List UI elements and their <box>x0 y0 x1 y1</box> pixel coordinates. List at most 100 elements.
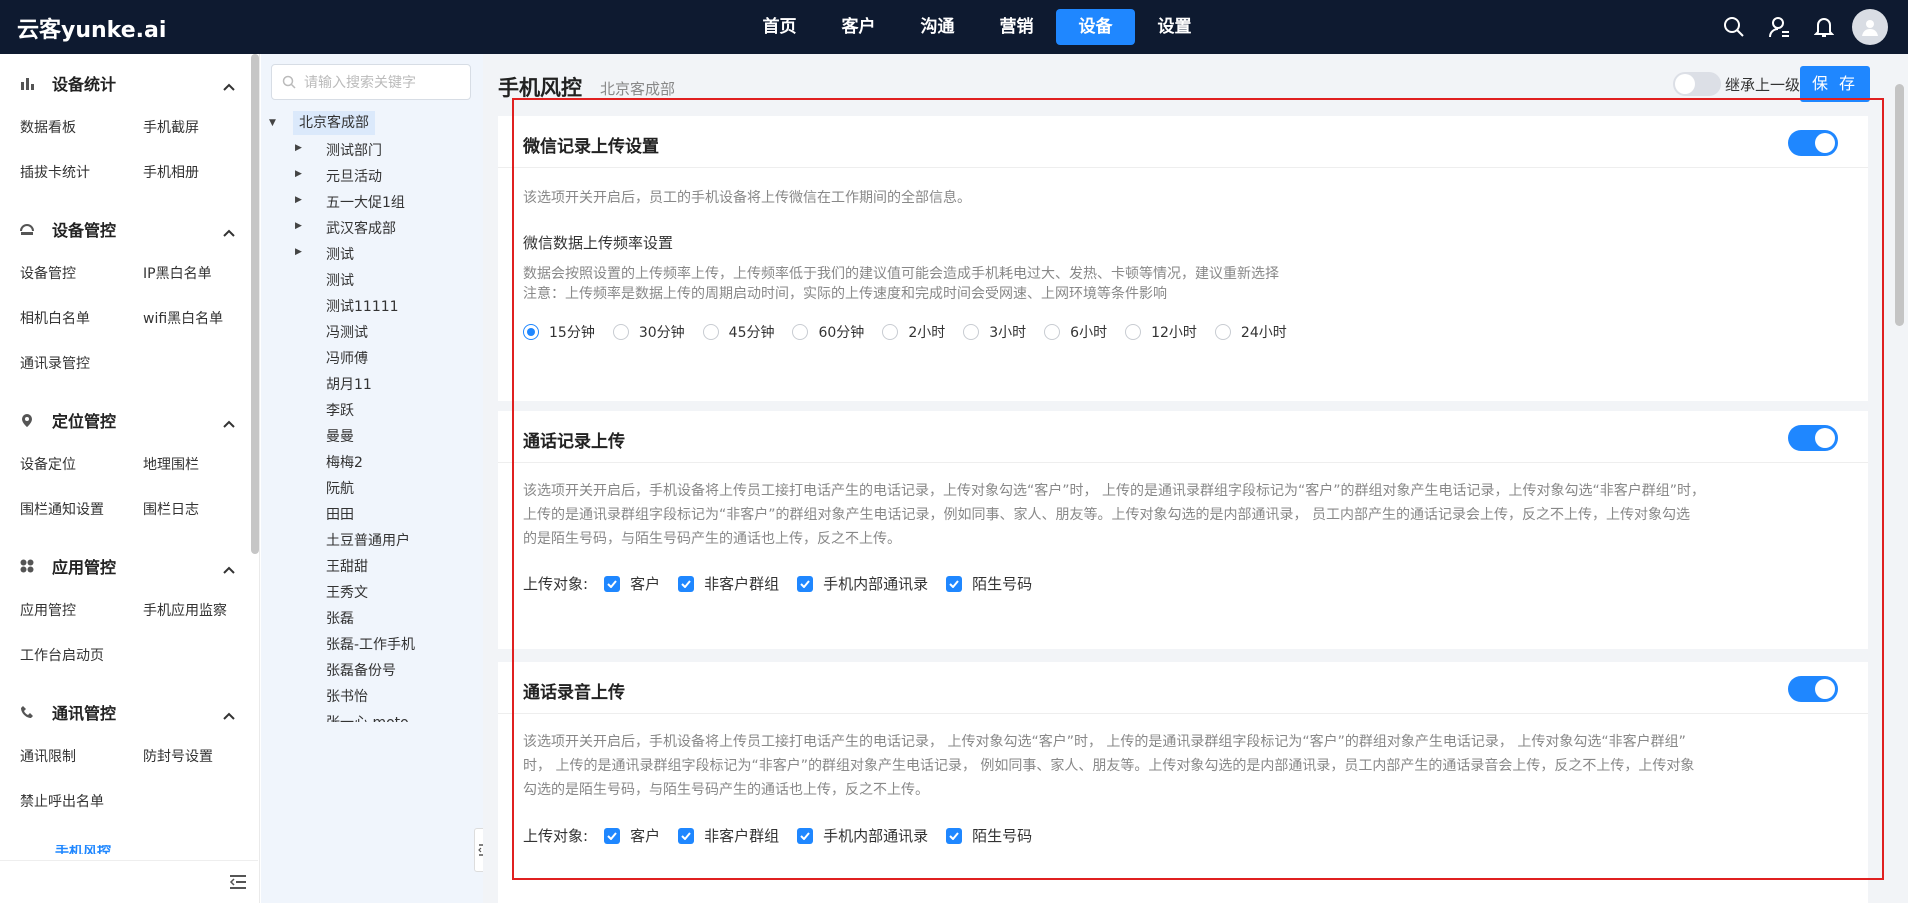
tree-node[interactable]: 阮航 <box>326 478 354 498</box>
caret-right-icon[interactable]: ▶ <box>295 195 302 205</box>
user-manage-icon[interactable] <box>1756 0 1801 54</box>
sidebar-item-geofence[interactable]: 地理围栏 <box>143 454 199 474</box>
tree-node[interactable]: 五一大促1组 <box>326 192 405 212</box>
checkbox-internal-contacts[interactable]: 手机内部通讯录 <box>797 825 928 846</box>
tree-node[interactable]: 张书怡 <box>326 686 368 706</box>
sidebar-item-camera-whitelist[interactable]: 相机白名单 <box>20 308 90 328</box>
tree-node[interactable]: 测试部门 <box>326 140 382 160</box>
caret-right-icon[interactable]: ▶ <box>295 169 302 179</box>
sidebar-group-device-control[interactable]: 设备管控 <box>20 217 235 241</box>
sidebar-item-screenshot[interactable]: 手机截屏 <box>143 117 199 137</box>
nav-home[interactable]: 首页 <box>740 9 819 45</box>
sidebar-group-partial[interactable]: 手机风控 <box>55 845 111 854</box>
inherit-toggle[interactable]: 继承上一级 <box>1673 72 1800 96</box>
radio-label: 24小时 <box>1240 325 1287 341</box>
sidebar-item-comm-limit[interactable]: 通讯限制 <box>20 746 76 766</box>
tree-node[interactable]: 李跃 <box>326 400 354 420</box>
radio-dot-icon <box>612 324 629 340</box>
bell-icon[interactable] <box>1801 0 1846 54</box>
tree-node[interactable]: 测试 <box>326 244 354 264</box>
sidebar-item-fence-notify[interactable]: 围栏通知设置 <box>20 499 104 519</box>
tree-node[interactable]: 武汉客成部 <box>326 218 396 238</box>
sidebar-item-wifi-list[interactable]: wifi黑白名单 <box>143 308 223 328</box>
sidebar-item-sim-stats[interactable]: 插拔卡统计 <box>20 162 90 182</box>
call-recording-switch[interactable] <box>1788 676 1838 702</box>
sidebar-item-ip-list[interactable]: IP黑白名单 <box>143 263 212 283</box>
sidebar-item-device-location[interactable]: 设备定位 <box>20 454 76 474</box>
tree-node[interactable]: 王秀文 <box>326 582 368 602</box>
collapse-menu-icon[interactable] <box>229 874 247 894</box>
radio-label: 15分钟 <box>549 325 595 341</box>
sidebar-item-app-monitor[interactable]: 手机应用监察 <box>143 600 227 620</box>
sidebar-item-app-control[interactable]: 应用管控 <box>20 600 76 620</box>
checkbox-stranger[interactable]: 陌生号码 <box>946 825 1032 846</box>
tree-node[interactable]: 冯师傅 <box>326 348 368 368</box>
radio-option[interactable]: 30分钟 <box>612 322 685 342</box>
sidebar-item-fence-log[interactable]: 围栏日志 <box>143 499 199 519</box>
main-scrollbar[interactable] <box>1892 54 1908 903</box>
tree-node[interactable]: 测试11111 <box>326 296 399 316</box>
caret-down-icon[interactable]: ▼ <box>269 118 276 128</box>
tree-node[interactable]: 张磊-工作手机 <box>326 634 415 654</box>
sidebar-item-device-control[interactable]: 设备管控 <box>20 263 76 283</box>
inherit-switch[interactable] <box>1673 72 1721 96</box>
sidebar-group-apps[interactable]: 应用管控 <box>20 554 235 578</box>
sidebar-item-data-board[interactable]: 数据看板 <box>20 117 76 137</box>
tree-node[interactable]: 田田 <box>326 504 354 524</box>
radio-option[interactable]: 24小时 <box>1214 322 1287 342</box>
tree-node[interactable]: 王甜甜 <box>326 556 368 576</box>
tree-search-input[interactable]: 请输入搜索关键字 <box>271 64 471 100</box>
radio-option[interactable]: 2小时 <box>882 322 945 342</box>
checkbox-internal-contacts[interactable]: 手机内部通讯录 <box>797 573 928 594</box>
tree-node[interactable]: 梅梅2 <box>326 452 363 472</box>
radio-option[interactable]: 15分钟 <box>523 322 595 342</box>
call-log-switch[interactable] <box>1788 425 1838 451</box>
sidebar-item-workbench[interactable]: 工作台启动页 <box>20 645 104 665</box>
nav-settings[interactable]: 设置 <box>1135 9 1214 45</box>
avatar[interactable] <box>1852 9 1888 45</box>
caret-right-icon[interactable]: ▶ <box>295 247 302 257</box>
scrollbar-thumb[interactable] <box>1895 84 1904 326</box>
checkbox-non-customer[interactable]: 非客户群组 <box>678 825 779 846</box>
tree-node[interactable]: 曼曼 <box>326 426 354 446</box>
sidebar-item-contacts-control[interactable]: 通讯录管控 <box>20 353 90 373</box>
wechat-upload-switch[interactable] <box>1788 130 1838 156</box>
sidebar-item-album[interactable]: 手机相册 <box>143 162 199 182</box>
checkbox-non-customer[interactable]: 非客户群组 <box>678 573 779 594</box>
sidebar-group-location[interactable]: 定位管控 <box>20 408 235 432</box>
radio-option[interactable]: 12小时 <box>1125 322 1197 342</box>
tree-root[interactable]: 北京客成部 <box>293 111 375 135</box>
save-button[interactable]: 保 存 <box>1800 66 1870 102</box>
top-bar: 云客yunke.ai 首页 客户 沟通 营销 设备 设置 <box>0 0 1908 54</box>
checkbox-stranger[interactable]: 陌生号码 <box>946 573 1032 594</box>
tree-node[interactable]: 张磊备份号 <box>326 660 396 680</box>
search-icon[interactable] <box>1711 0 1756 54</box>
sidebar-group-stats[interactable]: 设备统计 <box>20 71 235 95</box>
tree-node[interactable]: 张磊 <box>326 608 354 628</box>
tree-node[interactable]: 张一心 moto <box>326 712 409 722</box>
radio-option[interactable]: 45分钟 <box>702 322 774 342</box>
tree-node[interactable]: 元旦活动 <box>326 166 382 186</box>
checkbox-customer[interactable]: 客户 <box>604 573 660 594</box>
check-icon <box>604 575 621 592</box>
radio-option[interactable]: 6小时 <box>1044 322 1107 342</box>
sidebar-item-call-blacklist[interactable]: 禁止呼出名单 <box>20 791 104 811</box>
nav-devices[interactable]: 设备 <box>1056 9 1135 45</box>
caret-right-icon[interactable]: ▶ <box>295 143 302 153</box>
checkbox-customer[interactable]: 客户 <box>604 825 660 846</box>
radio-option[interactable]: 3小时 <box>963 322 1026 342</box>
nav-marketing[interactable]: 营销 <box>977 9 1056 45</box>
nav-customers[interactable]: 客户 <box>819 9 898 45</box>
tree-node[interactable]: 测试 <box>326 270 354 290</box>
tree-node[interactable]: 胡月11 <box>326 374 372 394</box>
caret-right-icon[interactable]: ▶ <box>295 221 302 231</box>
app-logo[interactable]: 云客yunke.ai <box>17 12 166 44</box>
sidebar-scrollbar[interactable] <box>251 54 259 554</box>
radio-option[interactable]: 60分钟 <box>792 322 864 342</box>
nav-communication[interactable]: 沟通 <box>898 9 977 45</box>
upload-targets: 上传对象: 客户 非客户群组 手机内部通讯录 陌生号码 <box>523 825 1050 846</box>
tree-node[interactable]: 土豆普通用户 <box>326 530 410 550</box>
sidebar-group-comm[interactable]: 通讯管控 <box>20 700 235 724</box>
tree-node[interactable]: 冯测试 <box>326 322 368 342</box>
sidebar-item-anti-ban[interactable]: 防封号设置 <box>143 746 213 766</box>
